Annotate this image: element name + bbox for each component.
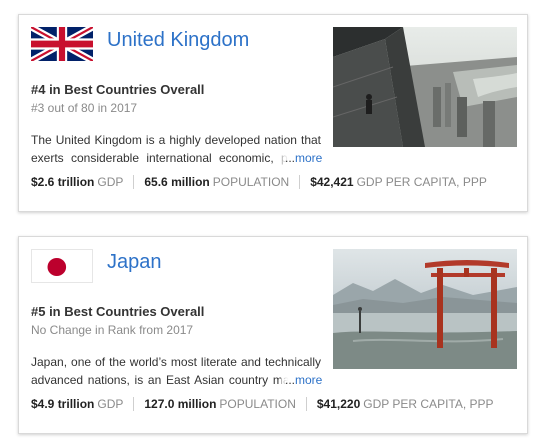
stat-divider	[305, 397, 307, 411]
torii-gate-image[interactable]	[333, 249, 517, 369]
more-link[interactable]: more	[295, 151, 322, 165]
rank-title: #4 in Best Countries Overall	[31, 82, 205, 97]
country-card-united-kingdom: United Kingdom #4 in Best Countries Over…	[18, 14, 528, 212]
country-name-link[interactable]: United Kingdom	[107, 29, 249, 52]
gdp-value: $2.6 trillion	[31, 175, 95, 189]
population-label: POPULATION	[219, 397, 296, 411]
stat-divider	[133, 397, 135, 411]
population-label: POPULATION	[212, 175, 290, 189]
ellipsis: ...	[285, 373, 296, 387]
more-link[interactable]: more	[295, 373, 322, 387]
rank-change: #3 out of 80 in 2017	[31, 101, 138, 115]
gdp-label: GDP	[97, 397, 124, 411]
gdp-per-capita-label: GDP PER CAPITA, PPP	[363, 397, 494, 411]
country-description: The United Kingdom is a highly developed…	[31, 133, 321, 165]
stats-row: $4.9 trillion GDP 127.0 million POPULATI…	[31, 397, 494, 411]
united-kingdom-flag-icon	[31, 27, 93, 61]
more-toggle: ...more	[281, 371, 323, 389]
more-toggle: ...more	[281, 149, 323, 167]
gdp-label: GDP	[97, 175, 124, 189]
gdp-per-capita-value: $41,220	[316, 397, 361, 411]
stat-divider	[299, 175, 301, 189]
rank-title: #5 in Best Countries Overall	[31, 304, 205, 319]
stat-divider	[133, 175, 135, 189]
japan-flag-icon	[31, 249, 93, 283]
population-value: 127.0 million	[144, 397, 217, 411]
gdp-per-capita-label: GDP PER CAPITA, PPP	[356, 175, 487, 189]
gdp-value: $4.9 trillion	[31, 397, 95, 411]
stats-row: $2.6 trillion GDP 65.6 million POPULATIO…	[31, 175, 487, 189]
population-value: 65.6 million	[144, 175, 210, 189]
country-description: Japan, one of the world’s most literate …	[31, 355, 321, 387]
london-cityscape-image[interactable]	[333, 27, 517, 147]
country-card-japan: Japan #5 in Best Countries Overall No Ch…	[18, 236, 528, 434]
gdp-per-capita-value: $42,421	[310, 175, 354, 189]
rank-change: No Change in Rank from 2017	[31, 323, 194, 337]
ellipsis: ...	[285, 151, 296, 165]
country-name-link[interactable]: Japan	[107, 251, 162, 274]
